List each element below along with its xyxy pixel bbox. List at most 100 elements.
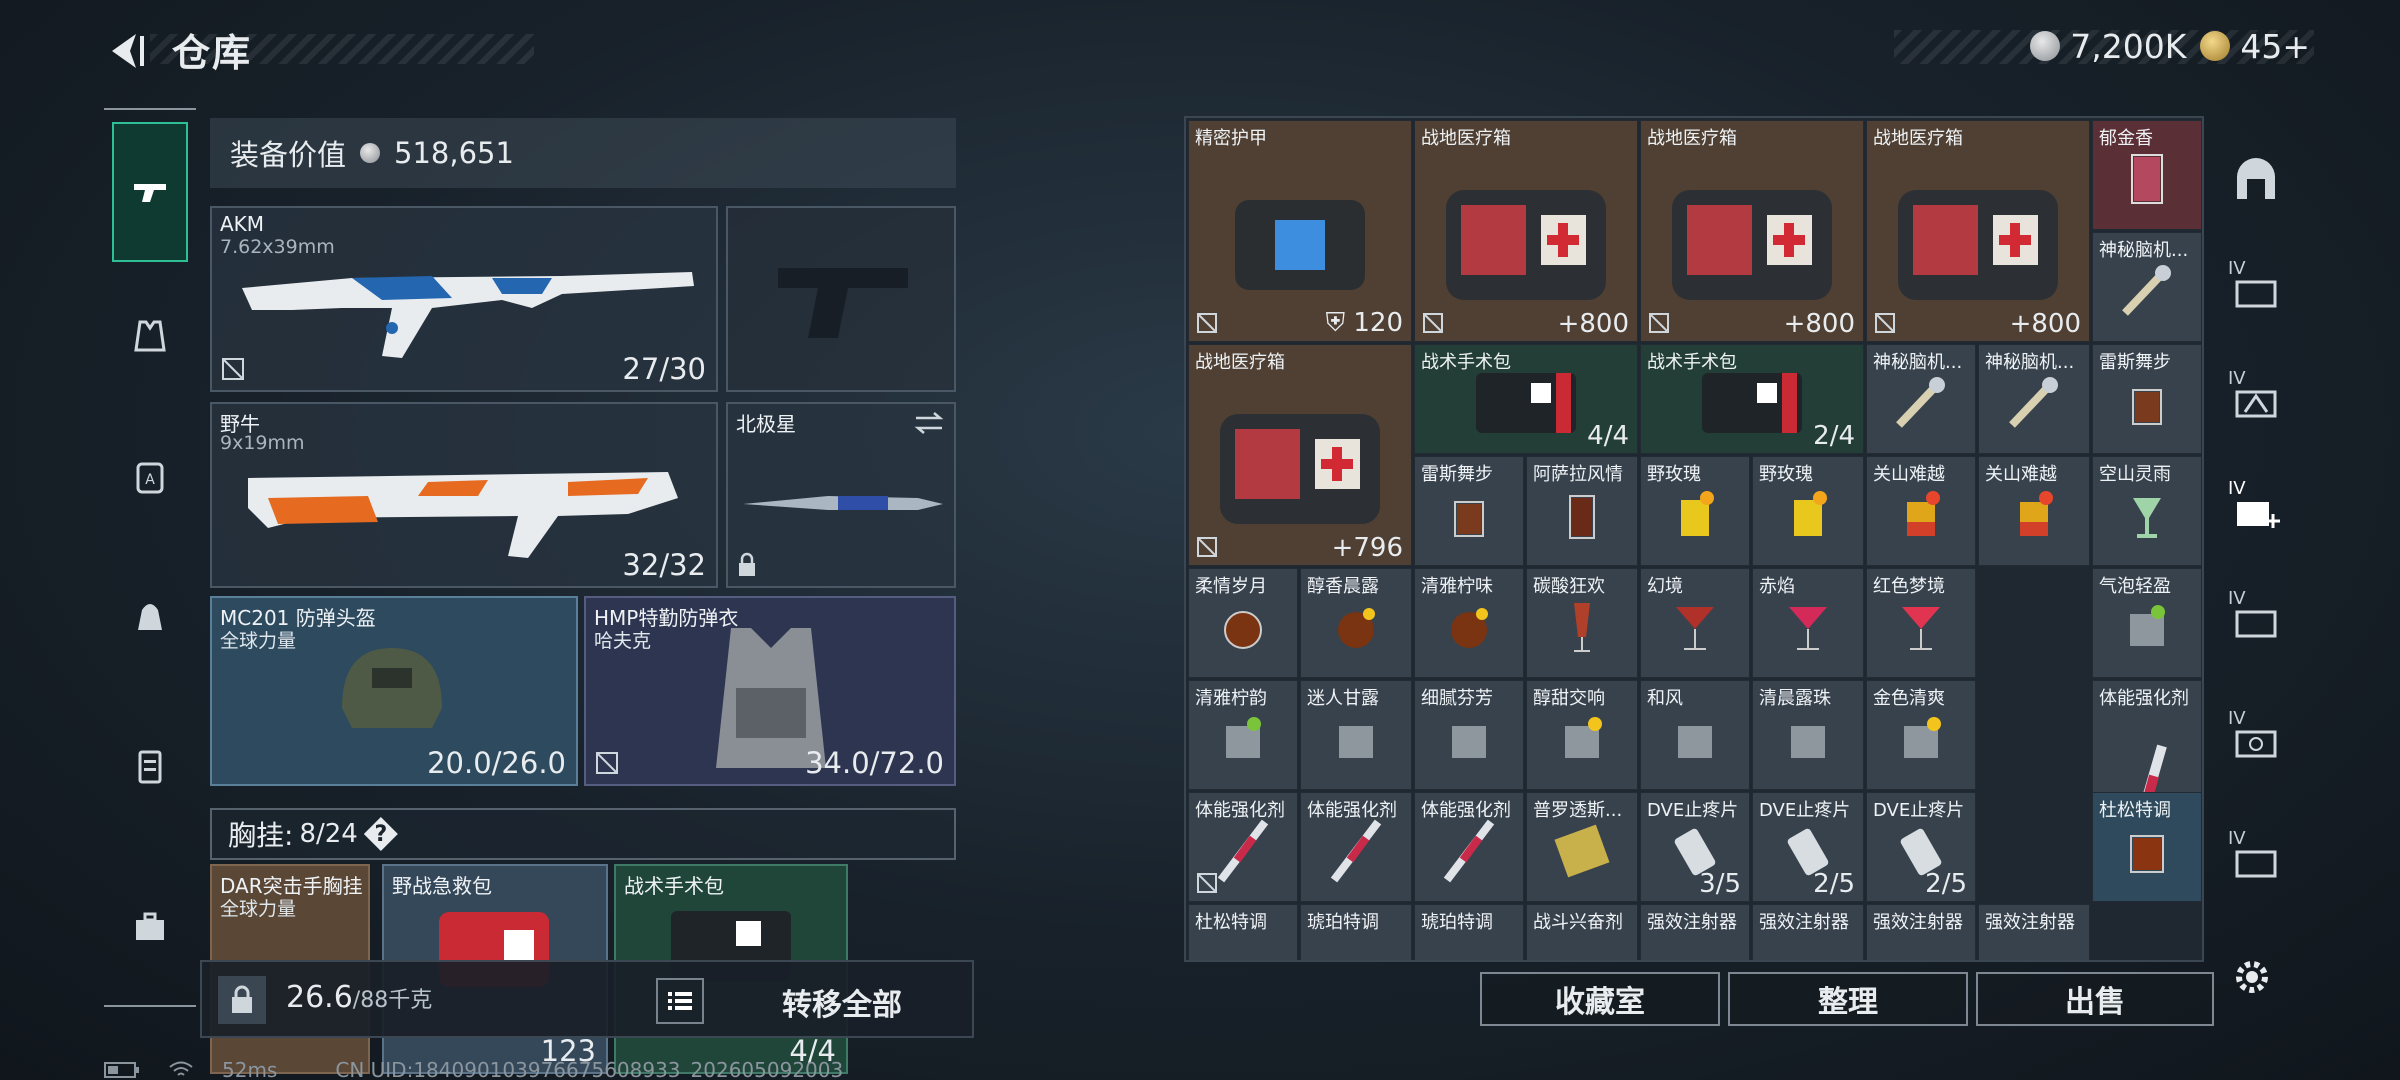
tab-safe[interactable] — [2216, 140, 2296, 220]
nav-backpack-a[interactable]: A — [112, 438, 188, 514]
grid-item[interactable]: 体能强化剂 — [1414, 792, 1524, 902]
no-insure-icon — [1197, 537, 1217, 557]
surgical-kit-icon — [1476, 373, 1576, 434]
item-count: +800 — [1557, 309, 1629, 339]
sort-button[interactable]: 整理 — [1728, 972, 1968, 1026]
tab-storage-3[interactable]: IV — [2216, 470, 2296, 550]
silver-currency[interactable]: 7,200K — [2030, 27, 2186, 66]
grid-item[interactable]: 精密护甲 ⛨ 120 — [1188, 120, 1412, 342]
armor-slot[interactable]: HMP特勤防弹衣 哈夫克 34.0/72.0 — [584, 596, 956, 786]
grid-item[interactable]: 细腻芬芳 — [1414, 680, 1524, 790]
grid-item[interactable]: 红色梦境 — [1866, 568, 1976, 678]
tab-storage-2[interactable]: IV — [2216, 360, 2296, 440]
safe-icon — [2237, 158, 2275, 199]
grid-item[interactable]: 雷斯舞步 — [2092, 344, 2202, 454]
back-arrow-icon[interactable] — [100, 26, 150, 76]
grid-item[interactable]: DVE止疼片 2/5 — [1866, 792, 1976, 902]
weapon-name: AKM — [220, 212, 265, 236]
grid-item[interactable]: 战术手术包 2/4 — [1640, 344, 1864, 454]
grid-item[interactable]: 气泡轻盈 — [2092, 568, 2202, 678]
grid-item[interactable]: 战地医疗箱 +800 — [1414, 120, 1638, 342]
grid-item[interactable]: 雷斯舞步 — [1414, 456, 1524, 566]
grid-item[interactable]: 阿萨拉风情 — [1526, 456, 1638, 566]
grid-item[interactable]: 普罗透斯... — [1526, 792, 1638, 902]
grid-item[interactable]: 空山灵雨 — [2092, 456, 2202, 566]
grid-item[interactable]: 幻境 — [1640, 568, 1750, 678]
grid-item[interactable]: 关山难越 — [1866, 456, 1976, 566]
settings-gear-icon[interactable] — [2230, 955, 2274, 999]
item-count-value: 800 — [1579, 309, 1629, 339]
nav-armor[interactable] — [112, 298, 188, 374]
grid-item[interactable]: 琥珀特调 — [1414, 904, 1524, 960]
pistol-slot-empty[interactable] — [726, 206, 956, 392]
grid-item[interactable]: 清晨露珠 — [1752, 680, 1864, 790]
transfer-all-button[interactable]: 转移全部 — [782, 980, 902, 1024]
cocktail-glass-icon — [1339, 726, 1373, 759]
tab-storage-5[interactable]: IV — [2216, 700, 2296, 780]
grid-item[interactable]: 碳酸狂欢 — [1526, 568, 1638, 678]
cocktail-glass-icon — [1681, 491, 1714, 537]
tab-storage-4[interactable]: IV — [2216, 580, 2296, 660]
helmet-slot[interactable]: MC201 防弹头盔 全球力量 20.0/26.0 — [210, 596, 578, 786]
grid-item[interactable]: 赤焰 — [1752, 568, 1864, 678]
grid-item[interactable]: 强效注射器 — [1978, 904, 2090, 960]
tab-level: IV — [2228, 588, 2246, 609]
swap-icon[interactable] — [912, 410, 946, 436]
item-count: 2/5 — [1925, 869, 1967, 899]
cocktail-glass-icon — [1902, 607, 1940, 651]
grid-item[interactable]: 杜松特调 — [2092, 792, 2202, 902]
grid-item[interactable]: 体能强化剂 — [1188, 792, 1298, 902]
help-icon[interactable]: ? — [363, 817, 398, 851]
item-name: DVE止疼片 — [1759, 800, 1851, 821]
grid-item[interactable]: 金色清爽 — [1866, 680, 1976, 790]
nav-toolbox[interactable] — [112, 888, 188, 964]
grid-item[interactable]: 野玫瑰 — [1640, 456, 1750, 566]
grid-item[interactable]: DVE止疼片 3/5 — [1640, 792, 1750, 902]
grid-item[interactable]: 战地医疗箱 +800 — [1866, 120, 2090, 342]
grid-item[interactable]: 柔情岁月 — [1188, 568, 1298, 678]
grid-item[interactable]: 神秘脑机... — [1866, 344, 1976, 454]
grid-item[interactable]: 战地医疗箱 +796 — [1188, 344, 1412, 566]
grid-item[interactable]: 琥珀特调 — [1300, 904, 1412, 960]
item-count-value: 796 — [1353, 533, 1403, 563]
no-insure-icon — [1649, 313, 1669, 333]
grid-item[interactable]: 关山难越 — [1978, 456, 2090, 566]
grid-item[interactable]: 郁金香 — [2092, 120, 2202, 230]
melee-slot[interactable]: 北极星 — [726, 402, 956, 588]
grid-item[interactable]: 迷人甘露 — [1300, 680, 1412, 790]
grid-item[interactable]: 野玫瑰 — [1752, 456, 1864, 566]
primary-weapon-slot[interactable]: AKM 7.62x39mm 27/30 — [210, 206, 718, 392]
gold-amount: 45+ — [2240, 26, 2310, 66]
grid-item[interactable]: 清雅柠韵 — [1188, 680, 1298, 790]
grid-item[interactable]: DVE止疼片 2/5 — [1752, 792, 1864, 902]
grid-item[interactable]: 杜松特调 — [1188, 904, 1298, 960]
grid-item[interactable]: 体能强化剂 — [1300, 792, 1412, 902]
grid-item[interactable]: 强效注射器 — [1752, 904, 1864, 960]
grid-item[interactable]: 神秘脑机... — [2092, 232, 2202, 342]
grid-item[interactable]: 战斗兴奋剂 — [1526, 904, 1638, 960]
collection-room-button[interactable]: 收藏室 — [1480, 972, 1720, 1026]
sell-button[interactable]: 出售 — [1976, 972, 2214, 1026]
grid-item[interactable]: 醇香晨露 — [1300, 568, 1412, 678]
list-view-button[interactable] — [656, 978, 704, 1024]
grid-item[interactable]: 战术手术包 4/4 — [1414, 344, 1638, 454]
grid-item[interactable]: 强效注射器 — [1866, 904, 1976, 960]
cocktail-glass-icon — [1224, 611, 1262, 650]
grid-item[interactable]: 神秘脑机... — [1978, 344, 2090, 454]
grid-item[interactable]: 强效注射器 — [1640, 904, 1750, 960]
nav-weapons[interactable] — [112, 122, 188, 262]
gold-currency[interactable]: 45+ — [2200, 27, 2310, 66]
cocktail-glass-icon — [1678, 726, 1712, 759]
grid-item[interactable]: 醇甜交响 — [1526, 680, 1638, 790]
grid-item[interactable]: 清雅柠味 — [1414, 568, 1524, 678]
grid-item[interactable]: 战地医疗箱 +800 — [1640, 120, 1864, 342]
tab-storage-6[interactable]: IV — [2216, 820, 2296, 900]
grid-item[interactable]: 和风 — [1640, 680, 1750, 790]
weight-lock-button[interactable] — [218, 976, 266, 1024]
item-name: DVE止疼片 — [1647, 800, 1739, 821]
nav-case[interactable] — [112, 728, 188, 804]
secondary-weapon-slot[interactable]: 野牛 9x19mm 32/32 — [210, 402, 718, 588]
nav-bag[interactable] — [112, 578, 188, 654]
loadout-panel: 装备价值 518,651 AKM 7.62x39mm 27/30 野牛 9x19… — [206, 112, 962, 1074]
tab-storage-1[interactable]: IV — [2216, 250, 2296, 330]
